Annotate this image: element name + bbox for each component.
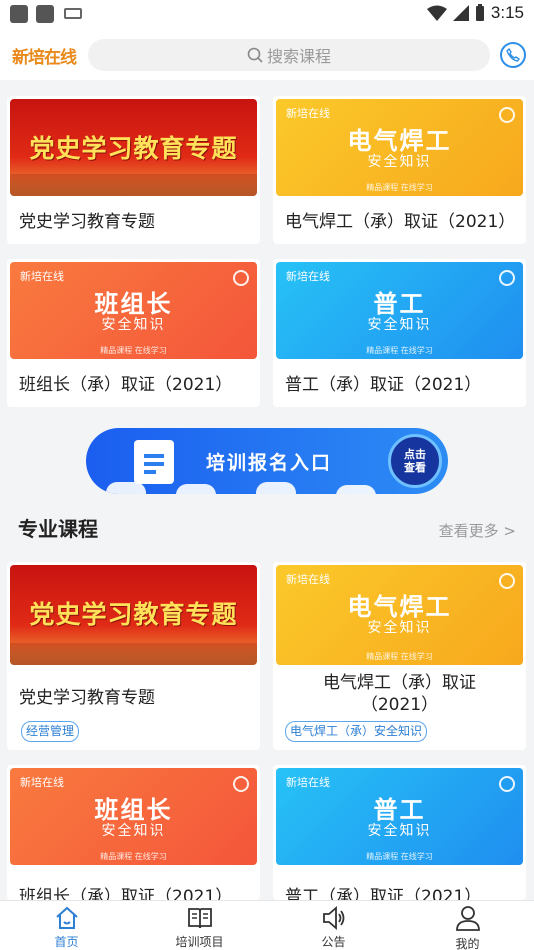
course-banner: 新培在线 电气焊工 安全知识 精品课程 在线学习 xyxy=(276,565,523,665)
course-tag: 电气焊工（承）安全知识 xyxy=(285,721,428,742)
course-card[interactable]: 党史学习教育专题 党史学习教育专题 经营管理 xyxy=(7,562,260,750)
banner-brand: 新培在线 xyxy=(20,776,64,789)
course-banner: 党史学习教育专题 xyxy=(10,565,257,665)
promo-button-label: 点击查看 xyxy=(404,448,426,474)
app-logo: 新培在线 xyxy=(12,48,77,68)
cloud-decoration xyxy=(256,482,296,494)
course-banner: 新培在线 班组长 安全知识 精品课程 在线学习 xyxy=(10,768,257,865)
course-tag: 经营管理 xyxy=(21,721,80,742)
banner-brand: 新培在线 xyxy=(286,776,330,789)
course-card[interactable]: 新培在线 班组长 安全知识 精品课程 在线学习 班组长（承）取证（2021） xyxy=(7,259,260,407)
banner-footer: 精品课程 在线学习 xyxy=(100,852,167,861)
banner-subtitle: 安全知识 xyxy=(367,823,432,839)
phone-button[interactable] xyxy=(500,42,526,68)
app-header: 新培在线 搜索课程 xyxy=(0,30,534,80)
banner-subtitle: 安全知识 xyxy=(101,317,166,333)
course-card[interactable]: 新培在线 普工 安全知识 精品课程 在线学习 普工（承）取证（2021） xyxy=(273,259,526,407)
battery-icon xyxy=(475,4,484,21)
nav-training[interactable]: 培训项目 xyxy=(133,901,266,950)
banner-footer: 精品课程 在线学习 xyxy=(366,852,433,861)
search-placeholder: 搜索课程 xyxy=(266,47,331,66)
status-time: 3:15 xyxy=(490,3,524,22)
promo-view-button[interactable]: 点击查看 xyxy=(388,434,442,488)
cloud-decoration xyxy=(176,484,216,494)
course-card[interactable]: 新培在线 电气焊工 安全知识 精品课程 在线学习 电气焊工（承）取证（2021）… xyxy=(273,562,526,750)
speaker-icon xyxy=(323,906,345,930)
banner-title: 党史学习教育专题 xyxy=(29,600,238,629)
nav-label: 首页 xyxy=(54,935,79,949)
course-banner: 党史学习教育专题 xyxy=(10,99,257,196)
phone-icon xyxy=(506,48,520,62)
search-bar[interactable]: 搜索课程 xyxy=(88,39,490,71)
course-title: 普工（承）取证（2021） xyxy=(285,887,482,900)
banner-subtitle: 安全知识 xyxy=(367,154,432,170)
course-banner: 新培在线 普工 安全知识 精品课程 在线学习 xyxy=(276,768,523,865)
banner-brand: 新培在线 xyxy=(286,270,330,283)
nav-label: 公告 xyxy=(321,935,346,949)
nav-profile[interactable]: 我的 xyxy=(401,901,534,950)
badge-icon xyxy=(233,776,249,792)
document-icon xyxy=(134,440,174,484)
view-more-link[interactable]: 查看更多 > xyxy=(439,520,516,541)
banner-subtitle: 安全知识 xyxy=(101,823,166,839)
banner-brand: 新培在线 xyxy=(286,107,330,120)
helmet-icon xyxy=(499,270,515,286)
helmet-icon xyxy=(499,107,515,123)
course-title: 电气焊工（承）取证（2021） xyxy=(323,673,476,715)
banner-footer: 精品课程 在线学习 xyxy=(366,652,433,661)
cloud-decoration xyxy=(336,485,376,494)
city-silhouette xyxy=(10,174,257,196)
course-card[interactable]: 新培在线 普工 安全知识 精品课程 在线学习 普工（承）取证（2021） xyxy=(273,765,526,900)
course-card[interactable]: 新培在线 电气焊工 安全知识 精品课程 在线学习 电气焊工（承）取证（2021） xyxy=(273,96,526,244)
banner-title: 党史学习教育专题 xyxy=(29,134,238,163)
helmet-icon xyxy=(499,776,515,792)
keyboard-icon xyxy=(64,8,82,19)
course-card[interactable]: 新培在线 班组长 安全知识 精品课程 在线学习 班组长（承）取证（2021） xyxy=(7,765,260,900)
status-bar: 3:15 xyxy=(0,0,534,30)
course-title: 党史学习教育专题 xyxy=(19,688,155,708)
nav-label: 培训项目 xyxy=(175,935,224,949)
helmet-icon xyxy=(499,573,515,589)
notification-icon xyxy=(10,5,28,23)
wifi-icon xyxy=(426,5,447,21)
course-title: 电气焊工（承）取证（2021） xyxy=(285,212,516,232)
user-icon xyxy=(456,906,480,931)
course-title: 普工（承）取证（2021） xyxy=(285,375,482,395)
course-card[interactable]: 党史学习教育专题 党史学习教育专题 xyxy=(7,96,260,244)
banner-brand: 新培在线 xyxy=(20,270,64,283)
course-banner: 新培在线 电气焊工 安全知识 精品课程 在线学习 xyxy=(276,99,523,196)
banner-subtitle: 安全知识 xyxy=(367,317,432,333)
banner-footer: 精品课程 在线学习 xyxy=(100,346,167,355)
nav-home[interactable]: 首页 xyxy=(0,901,133,950)
badge-icon xyxy=(233,270,249,286)
course-title: 班组长（承）取证（2021） xyxy=(19,375,233,395)
signal-icon xyxy=(452,5,469,21)
notification-icon xyxy=(36,5,54,23)
banner-subtitle: 安全知识 xyxy=(367,620,432,636)
course-banner: 新培在线 班组长 安全知识 精品课程 在线学习 xyxy=(10,262,257,359)
course-banner: 新培在线 普工 安全知识 精品课程 在线学习 xyxy=(276,262,523,359)
nav-label: 我的 xyxy=(455,937,480,950)
home-icon xyxy=(56,906,78,929)
nav-announcements[interactable]: 公告 xyxy=(267,901,400,950)
banner-footer: 精品课程 在线学习 xyxy=(366,183,433,192)
course-title: 班组长（承）取证（2021） xyxy=(19,887,233,900)
banner-brand: 新培在线 xyxy=(286,573,330,586)
city-silhouette xyxy=(10,643,257,665)
promo-text: 培训报名入口 xyxy=(206,452,333,474)
book-icon xyxy=(188,908,212,929)
banner-footer: 精品课程 在线学习 xyxy=(366,346,433,355)
search-icon xyxy=(247,47,263,63)
bottom-nav: 首页 培训项目 公告 我的 xyxy=(0,900,534,950)
course-title: 党史学习教育专题 xyxy=(19,212,155,232)
section-title: 专业课程 xyxy=(18,517,98,541)
registration-banner[interactable]: 培训报名入口 点击查看 xyxy=(86,428,448,494)
